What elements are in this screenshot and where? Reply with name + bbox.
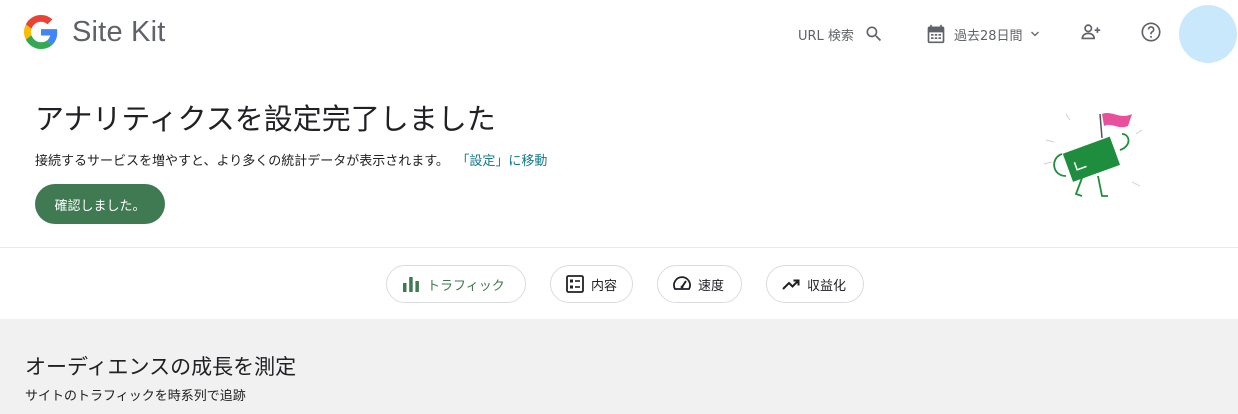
tab-traffic[interactable]: トラフィック xyxy=(386,265,526,303)
site-kit-logo[interactable]: Site Kit xyxy=(24,15,165,49)
add-user-icon xyxy=(1081,24,1101,40)
search-icon xyxy=(866,26,882,42)
content-list-icon xyxy=(566,275,584,293)
help-icon xyxy=(1141,22,1161,42)
section-title: オーディエンスの成長を測定 xyxy=(25,356,297,379)
tab-content-label: 内容 xyxy=(591,278,618,294)
section-subtitle: サイトのトラフィックを時系列で追跡 xyxy=(25,389,246,404)
speedometer-icon xyxy=(673,276,691,290)
trending-up-icon xyxy=(782,279,800,290)
logo-text: Site Kit xyxy=(72,15,166,48)
date-range-selector[interactable]: 過去28日間 xyxy=(926,20,1041,48)
tab-monetization-label: 収益化 xyxy=(807,278,847,294)
banner-description-text: 接続するサービスを増やすと、より多くの統計データが表示されます。 xyxy=(35,154,449,169)
banner-title: アナリティクスを設定完了しました xyxy=(35,104,496,136)
chevron-down-icon xyxy=(1030,31,1039,37)
tab-content[interactable]: 内容 xyxy=(550,265,633,303)
add-user-button[interactable] xyxy=(1079,20,1103,44)
user-avatar[interactable] xyxy=(1179,5,1237,63)
google-g-icon xyxy=(24,15,58,49)
tab-speed-label: 速度 xyxy=(698,278,725,294)
banner-description: 接続するサービスを増やすと、より多くの統計データが表示されます。 「設定」に移動 xyxy=(35,150,547,169)
tab-monetization[interactable]: 収益化 xyxy=(766,265,864,303)
help-button[interactable] xyxy=(1139,20,1163,44)
tab-speed[interactable]: 速度 xyxy=(657,265,742,303)
site-header: Site Kit URL 検索 過去28日間 xyxy=(0,0,1238,68)
setup-success-banner: アナリティクスを設定完了しました 接続するサービスを増やすと、より多くの統計デー… xyxy=(0,68,1238,248)
url-search-button[interactable]: URL 検索 xyxy=(798,20,884,48)
audience-section: オーディエンスの成長を測定 サイトのトラフィックを時系列で追跡 xyxy=(0,319,1238,414)
url-search-label: URL 検索 xyxy=(798,28,854,44)
bar-chart-icon xyxy=(403,277,419,292)
dashboard-tab-bar: トラフィック 内容 速度 収益化 xyxy=(0,249,1238,319)
go-to-settings-link[interactable]: 「設定」に移動 xyxy=(463,154,548,169)
tab-traffic-label: トラフィック xyxy=(427,278,505,294)
date-range-label: 過去28日間 xyxy=(954,28,1023,44)
acknowledge-button[interactable]: 確認しました。 xyxy=(35,184,165,224)
celebration-illustration xyxy=(1043,113,1143,197)
calendar-icon xyxy=(927,24,945,44)
